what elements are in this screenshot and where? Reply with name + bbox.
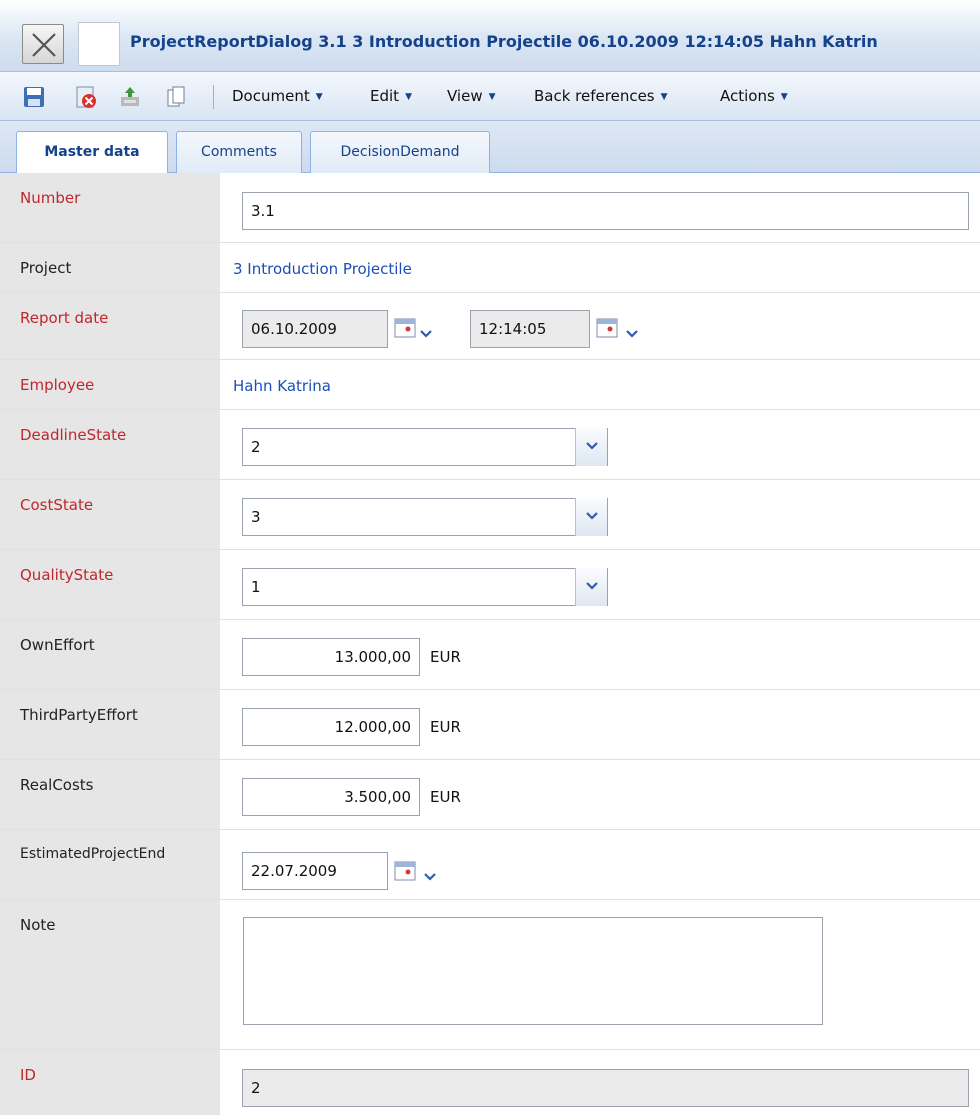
chevron-down-icon: ▼ [315,92,323,102]
note-label: Note [0,900,220,1049]
chevron-down-icon [586,442,598,450]
note-textarea[interactable] [243,917,823,1025]
number-label: Number [0,173,220,242]
tab-decision-demand[interactable]: DecisionDemand [310,131,490,173]
row-id: ID 2 [0,1050,980,1115]
real-costs-label: RealCosts [0,760,220,829]
own-effort-label: OwnEffort [0,620,220,689]
tab-comments[interactable]: Comments [176,131,302,173]
quality-state-dropdown-button[interactable] [575,568,607,606]
window-title: ProjectReportDialog 3.1 3 Introduction P… [130,32,878,51]
chevron-down-icon: ▼ [488,92,496,102]
row-real-costs: RealCosts 3.500,00 EUR [0,760,980,830]
window-icon [78,22,120,66]
chevron-down-icon[interactable] [424,867,436,885]
chevron-down-icon [586,512,598,520]
quality-state-select[interactable]: 1 [242,568,608,606]
estimated-project-end-input[interactable]: 22.07.2009 [242,852,388,890]
report-time-input[interactable]: 12:14:05 [470,310,590,348]
own-effort-input[interactable]: 13.000,00 [242,638,420,676]
quality-state-label: QualityState [0,550,220,619]
chevron-down-icon[interactable] [420,324,432,342]
chevron-down-icon: ▼ [780,92,788,102]
row-project: Project 3 Introduction Projectile [0,243,980,293]
menu-document[interactable]: Document ▼ [232,87,323,105]
row-quality-state: QualityState 1 [0,550,980,620]
toolbar: Document ▼ Edit ▼ View ▼ Back references ▼ A… [0,71,980,121]
id-input: 2 [242,1069,969,1107]
chevron-down-icon[interactable] [626,324,638,342]
master-data-form: Number Project 3 Introduction Projectile… [0,173,980,1115]
employee-link[interactable]: Hahn Katrina [233,377,331,395]
row-report-date: Report date 06.10.2009 12:14:05 [0,293,980,360]
currency-label: EUR [430,788,461,806]
employee-label: Employee [0,360,220,409]
calendar-icon[interactable] [394,318,418,340]
id-label: ID [0,1050,220,1115]
deadline-state-value: 2 [251,438,261,456]
menu-view[interactable]: View ▼ [447,87,496,105]
toolbar-separator [213,85,214,109]
deadline-state-select[interactable]: 2 [242,428,608,466]
currency-label: EUR [430,718,461,736]
row-deadline-state: DeadlineState 2 [0,410,980,480]
chevron-down-icon: ▼ [660,92,668,102]
cost-state-dropdown-button[interactable] [575,498,607,536]
save-icon[interactable] [22,85,46,109]
chevron-down-icon: ▼ [405,92,412,102]
quality-state-value: 1 [251,578,261,596]
menu-back-references[interactable]: Back references ▼ [534,87,668,105]
cost-state-label: CostState [0,480,220,549]
real-costs-input[interactable]: 3.500,00 [242,778,420,816]
chevron-down-icon [586,582,598,590]
deadline-state-dropdown-button[interactable] [575,428,607,466]
row-employee: Employee Hahn Katrina [0,360,980,410]
estimated-project-end-label: EstimatedProjectEnd [0,830,220,899]
close-icon[interactable] [22,24,64,64]
row-third-party-effort: ThirdPartyEffort 12.000,00 EUR [0,690,980,760]
third-party-effort-label: ThirdPartyEffort [0,690,220,759]
report-date-input[interactable]: 06.10.2009 [242,310,388,348]
row-note: Note [0,900,980,1050]
copy-icon[interactable] [164,85,188,109]
delete-icon[interactable] [74,85,98,109]
report-date-label: Report date [0,293,220,359]
row-own-effort: OwnEffort 13.000,00 EUR [0,620,980,690]
calendar-icon[interactable] [596,318,620,340]
cost-state-select[interactable]: 3 [242,498,608,536]
project-link[interactable]: 3 Introduction Projectile [233,260,412,278]
tab-master-data[interactable]: Master data [16,131,168,174]
deadline-state-label: DeadlineState [0,410,220,479]
number-input[interactable] [242,192,969,230]
project-label: Project [0,243,220,292]
row-number: Number [0,173,980,243]
row-cost-state: CostState 3 [0,480,980,550]
tab-strip: Master data Comments DecisionDemand [0,121,980,174]
calendar-icon[interactable] [394,861,418,883]
currency-label: EUR [430,648,461,666]
menu-edit[interactable]: Edit ▼ [370,87,412,105]
row-estimated-project-end: EstimatedProjectEnd 22.07.2009 [0,830,980,900]
third-party-effort-input[interactable]: 12.000,00 [242,708,420,746]
cost-state-value: 3 [251,508,261,526]
menu-actions[interactable]: Actions ▼ [720,87,788,105]
export-icon[interactable] [118,85,142,109]
